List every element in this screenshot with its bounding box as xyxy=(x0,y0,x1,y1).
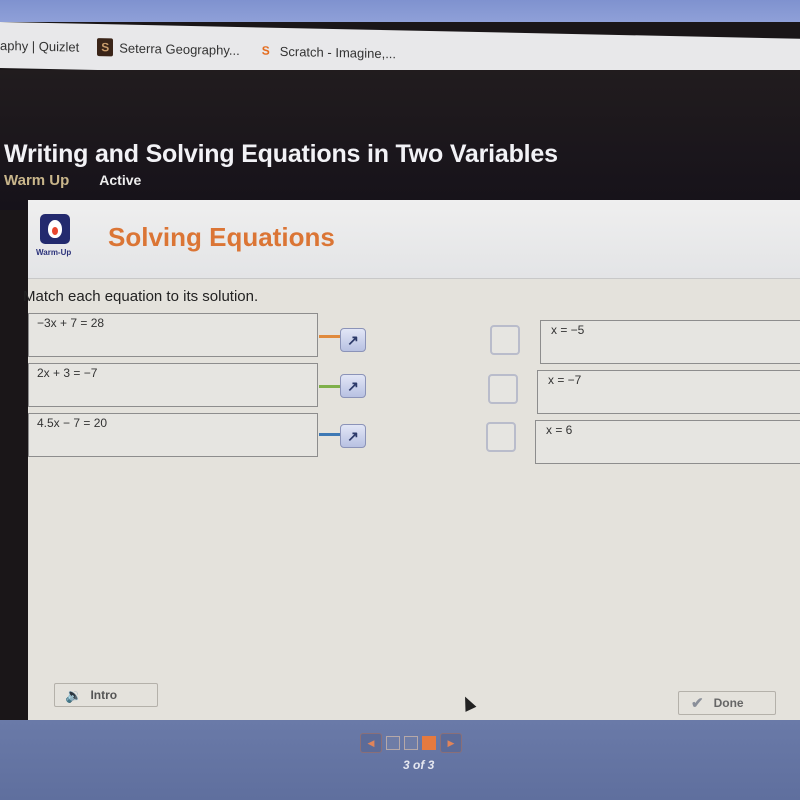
navigation-bar xyxy=(0,720,800,800)
solution-item[interactable]: x = 6 xyxy=(535,420,800,464)
done-button[interactable]: ✔ Done xyxy=(678,691,776,715)
previous-page-button[interactable]: ◀ xyxy=(360,733,382,753)
bookmark-seterra[interactable]: S Seterra Geography... xyxy=(97,38,240,59)
match-arrow-button[interactable]: ↗ xyxy=(340,328,366,352)
curved-arrow-icon: ↗ xyxy=(347,331,359,348)
solution-text: x = −7 xyxy=(548,373,582,387)
equation-item[interactable]: 2x + 3 = −7 xyxy=(28,363,318,407)
equation-item[interactable]: −3x + 7 = 28 xyxy=(28,313,318,357)
intro-label: Intro xyxy=(90,688,118,702)
connector-line xyxy=(319,433,341,436)
equation-item[interactable]: 4.5x − 7 = 20 xyxy=(28,413,318,457)
page-indicator-3[interactable] xyxy=(422,736,436,750)
instructions: Match each equation to its solution. xyxy=(23,288,259,305)
curved-arrow-icon: ↗ xyxy=(347,427,359,444)
connector-line xyxy=(319,335,341,338)
bookmark-label: Scratch - Imagine,... xyxy=(279,43,397,61)
next-page-button[interactable]: ▶ xyxy=(440,733,462,753)
chevron-left-icon: ◀ xyxy=(367,737,375,748)
match-target-box[interactable] xyxy=(486,422,516,452)
match-target-box[interactable] xyxy=(488,374,518,404)
activity-panel: Warm-Up Solving Equations Match each equ… xyxy=(23,200,800,720)
solution-item[interactable]: x = −7 xyxy=(537,370,800,414)
bookmark-label: aphy | Quizlet xyxy=(0,37,80,55)
solution-text: x = −5 xyxy=(551,323,585,337)
page-indicator-1[interactable] xyxy=(386,736,400,750)
bookmark-scratch[interactable]: S Scratch - Imagine,... xyxy=(258,41,396,62)
match-arrow-button[interactable]: ↗ xyxy=(340,374,366,398)
lesson-subtitle: Warm Up Active xyxy=(4,172,141,189)
lesson-status: Active xyxy=(99,172,142,188)
intro-button[interactable]: 🔉 Intro xyxy=(54,683,158,707)
equation-text: −3x + 7 = 28 xyxy=(37,316,105,330)
page-indicator-2[interactable] xyxy=(404,736,418,750)
activity-title: Solving Equations xyxy=(108,222,335,252)
pager: ◀ ▶ xyxy=(360,733,462,753)
seterra-icon: S xyxy=(97,38,114,57)
checkmark-icon: ✔ xyxy=(691,695,704,712)
equation-text: 2x + 3 = −7 xyxy=(37,366,98,380)
lesson-title: Writing and Solving Equations in Two Var… xyxy=(4,140,558,168)
lesson-type: Warm Up xyxy=(4,172,70,189)
bookmark-quizlet[interactable]: aphy | Quizlet xyxy=(0,38,79,55)
match-arrow-button[interactable]: ↗ xyxy=(340,424,366,448)
page-count: 3 of 3 xyxy=(403,758,435,772)
scratch-icon: S xyxy=(261,43,270,58)
equation-text: 4.5x − 7 = 20 xyxy=(37,416,108,430)
curved-arrow-icon: ↗ xyxy=(347,377,359,394)
activity-header: Warm-Up Solving Equations xyxy=(28,200,800,279)
bookmark-label: Seterra Geography... xyxy=(119,39,240,58)
match-target-box[interactable] xyxy=(490,325,520,355)
warm-up-badge-label: Warm-Up xyxy=(36,248,72,257)
done-label: Done xyxy=(713,696,744,710)
speaker-icon: 🔉 xyxy=(65,686,83,703)
solution-item[interactable]: x = −5 xyxy=(540,320,800,364)
connector-line xyxy=(319,385,341,388)
warm-up-flame-icon xyxy=(40,214,70,244)
browser-tab-strip xyxy=(0,0,800,22)
solution-text: x = 6 xyxy=(546,423,573,437)
chevron-right-icon: ▶ xyxy=(447,737,455,748)
